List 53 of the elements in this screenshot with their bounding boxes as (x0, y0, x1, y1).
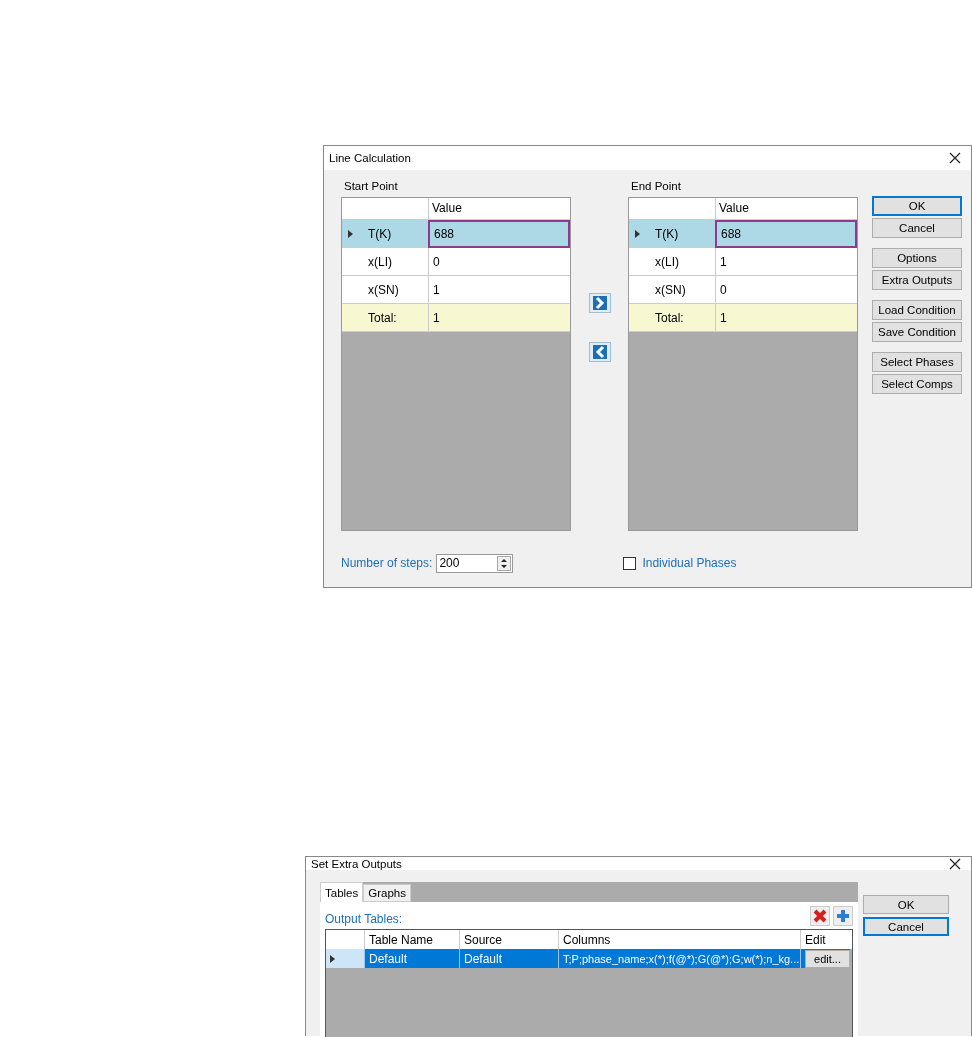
panel-label: Start Point (344, 180, 399, 192)
value-cell[interactable]: 1 (715, 304, 857, 332)
row-header[interactable]: T(K) (342, 220, 428, 248)
tab[interactable]: Graphs (363, 884, 411, 902)
close-icon[interactable] (949, 857, 961, 870)
dialog-button[interactable]: OK (872, 196, 962, 216)
row-header[interactable]: Total: (342, 304, 428, 332)
table-cell: Default (459, 949, 558, 968)
value-cell[interactable]: 688 (715, 220, 857, 248)
row-header[interactable] (326, 949, 364, 968)
checkbox[interactable] (623, 556, 637, 570)
value-cell[interactable]: 1 (428, 276, 570, 304)
row-header[interactable]: x(SN) (629, 276, 715, 304)
table-cell: T;P;phase_name;x(*);f(@*);G(@*);G;w(*);n_kg... (558, 949, 800, 968)
panel-label: End Point (631, 180, 682, 192)
move-left-button[interactable] (588, 342, 611, 362)
tab[interactable]: Tables (320, 882, 364, 902)
row-header[interactable]: x(LI) (342, 248, 428, 276)
window-title: Set Extra Outputs (311, 857, 402, 870)
dialog-button[interactable]: OK (863, 895, 949, 914)
row-pointer-icon (635, 229, 640, 238)
row-header[interactable]: Total: (629, 304, 715, 332)
dialog-button[interactable]: Save Condition (872, 322, 962, 342)
value-cell[interactable]: 0 (715, 276, 857, 304)
steps-spinner[interactable]: 200 (436, 553, 514, 573)
dialog-button[interactable]: Cancel (872, 218, 962, 238)
row-header[interactable]: x(SN) (342, 276, 428, 304)
delete-icon[interactable] (810, 906, 830, 926)
dialog-button[interactable]: Load Condition (872, 300, 962, 320)
dialog-button[interactable]: Options (872, 248, 962, 268)
row-header[interactable]: x(LI) (629, 248, 715, 276)
value-cell[interactable]: 688 (428, 220, 570, 248)
dialog-button[interactable]: Select Comps (872, 374, 962, 394)
edit-button[interactable]: edit... (805, 949, 850, 968)
column-header: Value (715, 198, 857, 219)
value-cell[interactable]: 1 (715, 248, 857, 276)
dialog-button[interactable]: Extra Outputs (872, 270, 962, 290)
section-label: Output Tables: (325, 912, 403, 926)
field-label: Number of steps: (341, 556, 433, 570)
window-title: Line Calculation (329, 152, 411, 164)
row-pointer-icon (330, 954, 335, 963)
add-icon[interactable] (833, 906, 853, 926)
move-right-button[interactable] (588, 293, 611, 313)
checkbox-label: Individual Phases (642, 556, 737, 570)
dialog-button[interactable]: Select Phases (872, 352, 962, 372)
dialog-button[interactable]: Cancel (863, 917, 949, 936)
value-cell[interactable]: 1 (428, 304, 570, 332)
value-cell[interactable]: 0 (428, 248, 570, 276)
close-icon[interactable] (949, 152, 961, 164)
column-header: Value (428, 198, 570, 219)
table-cell: Default (364, 949, 459, 968)
row-pointer-icon (348, 229, 353, 238)
row-header[interactable]: T(K) (629, 220, 715, 248)
